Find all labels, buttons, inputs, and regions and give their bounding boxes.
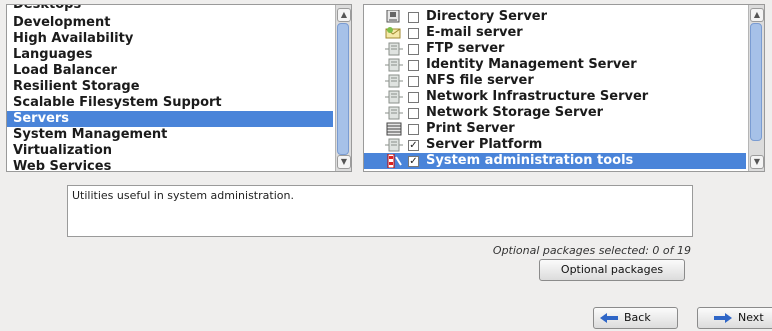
category-item-desktops[interactable]: Desktops xyxy=(7,5,333,13)
server-icon xyxy=(385,106,403,120)
category-scrollbar[interactable]: ▲ ▼ xyxy=(335,5,351,171)
category-item-resilient-storage[interactable]: Resilient Storage xyxy=(7,79,333,95)
package-row-network-infrastructure[interactable]: Network Infrastructure Server xyxy=(364,89,746,105)
package-checkbox[interactable]: ✓ xyxy=(408,156,419,167)
package-label: Directory Server xyxy=(426,9,548,24)
category-item-system-management[interactable]: System Management xyxy=(7,127,333,143)
package-checkbox[interactable] xyxy=(408,12,419,23)
category-list[interactable]: Desktops Development High Availability L… xyxy=(6,4,352,172)
server-icon xyxy=(385,42,403,56)
package-row-network-storage[interactable]: Network Storage Server xyxy=(364,105,746,121)
package-checkbox[interactable] xyxy=(408,44,419,55)
scroll-down-arrow-icon[interactable]: ▼ xyxy=(750,155,764,169)
category-item-scalable-filesystem[interactable]: Scalable Filesystem Support xyxy=(7,95,333,111)
package-label: Identity Management Server xyxy=(426,57,637,72)
next-button-label: Next xyxy=(738,311,764,324)
package-row-email-server[interactable]: E-mail server xyxy=(364,25,746,41)
optional-packages-status: Optional packages selected: 0 of 19 xyxy=(492,244,691,257)
package-checkbox[interactable] xyxy=(408,28,419,39)
package-row-ftp-server[interactable]: FTP server xyxy=(364,41,746,57)
package-label: Network Storage Server xyxy=(426,105,604,120)
server-icon xyxy=(385,74,403,88)
package-row-print-server[interactable]: Print Server xyxy=(364,121,746,137)
server-icon xyxy=(385,90,403,104)
directory-server-icon xyxy=(386,10,400,23)
package-checkbox[interactable] xyxy=(408,124,419,135)
scroll-down-arrow-icon[interactable]: ▼ xyxy=(337,155,351,169)
server-icon xyxy=(385,138,403,152)
package-label: NFS file server xyxy=(426,73,534,88)
package-checkbox[interactable] xyxy=(408,60,419,71)
category-scroll-thumb[interactable] xyxy=(337,23,349,155)
package-row-directory-server[interactable]: Directory Server xyxy=(364,9,746,25)
package-label: E-mail server xyxy=(426,25,523,40)
category-item-web-services[interactable]: Web Services xyxy=(7,159,333,171)
package-row-nfs-file-server[interactable]: NFS file server xyxy=(364,73,746,89)
package-label: Print Server xyxy=(426,121,515,136)
category-item-load-balancer[interactable]: Load Balancer xyxy=(7,63,333,79)
back-button[interactable]: Back xyxy=(593,307,678,329)
package-label: Network Infrastructure Server xyxy=(426,89,649,104)
package-checkbox[interactable] xyxy=(408,76,419,87)
next-arrow-icon xyxy=(714,313,732,323)
admin-tools-icon xyxy=(387,154,402,168)
printer-icon xyxy=(386,122,402,136)
package-checkbox[interactable]: ✓ xyxy=(408,140,419,151)
package-row-system-administration-tools[interactable]: ✓ System administration tools xyxy=(364,153,746,169)
package-label: System administration tools xyxy=(426,153,634,168)
optional-packages-button[interactable]: Optional packages xyxy=(539,259,685,281)
category-item-languages[interactable]: Languages xyxy=(7,47,333,63)
scroll-up-arrow-icon[interactable]: ▲ xyxy=(337,8,351,22)
package-label: FTP server xyxy=(426,41,505,56)
package-label: Server Platform xyxy=(426,137,543,152)
next-button[interactable]: Next xyxy=(697,307,772,329)
category-item-development[interactable]: Development xyxy=(7,15,333,31)
category-item-virtualization[interactable]: Virtualization xyxy=(7,143,333,159)
email-server-icon xyxy=(385,27,401,39)
package-description: Utilities useful in system administratio… xyxy=(67,185,693,237)
package-row-server-platform[interactable]: ✓ Server Platform xyxy=(364,137,746,153)
server-icon xyxy=(385,58,403,72)
package-list[interactable]: Directory Server E-mail server FTP serve… xyxy=(363,4,765,172)
category-item-servers[interactable]: Servers xyxy=(7,111,333,127)
scroll-up-arrow-icon[interactable]: ▲ xyxy=(750,8,764,22)
package-checkbox[interactable] xyxy=(408,108,419,119)
package-checkbox[interactable] xyxy=(408,92,419,103)
package-scrollbar[interactable]: ▲ ▼ xyxy=(748,5,764,171)
back-arrow-icon xyxy=(600,313,618,323)
package-scroll-thumb[interactable] xyxy=(750,23,762,141)
package-row-identity-management[interactable]: Identity Management Server xyxy=(364,57,746,73)
category-item-high-availability[interactable]: High Availability xyxy=(7,31,333,47)
back-button-label: Back xyxy=(624,311,651,324)
